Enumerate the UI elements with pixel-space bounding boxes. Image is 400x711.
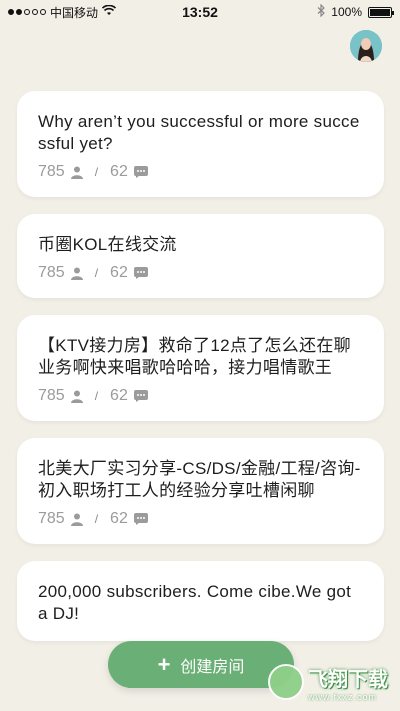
avatar[interactable]	[350, 30, 382, 62]
room-card[interactable]: 200,000 subscribers. Come cibe.We got a …	[17, 561, 384, 641]
watermark-logo-icon	[268, 664, 304, 700]
meta-separator: /	[94, 512, 99, 526]
status-left: 中国移动	[8, 4, 117, 21]
watermark-sub-text: www.fxxz.com	[308, 691, 378, 702]
room-title: 【KTV接力房】救命了12点了怎么还在聊业务啊快来唱歌哈哈哈，接力唱情歌王	[38, 336, 351, 377]
bluetooth-icon	[317, 3, 326, 20]
wifi-icon	[101, 4, 117, 19]
signal-icon	[8, 9, 46, 15]
person-icon	[70, 513, 83, 526]
room-title: 200,000 subscribers. Come cibe.We got a …	[38, 582, 352, 623]
room-list: Why aren’t you successful or more succes…	[17, 91, 384, 658]
room-meta: 785 / 62	[38, 163, 364, 181]
room-meta: 785 / 62	[38, 510, 364, 528]
meta-separator: /	[94, 266, 99, 280]
message-count: 62	[110, 510, 128, 527]
plus-icon: +	[157, 651, 171, 677]
chat-icon	[133, 267, 148, 279]
message-count: 62	[110, 264, 128, 281]
listener-count: 785	[38, 510, 65, 527]
watermark-main-text: 飞翔下载	[308, 668, 388, 691]
listener-count: 785	[38, 264, 65, 281]
message-count: 62	[110, 387, 128, 404]
battery-label: 100%	[331, 5, 362, 19]
room-meta: 785 / 62	[38, 387, 364, 405]
person-icon	[70, 166, 83, 179]
meta-separator: /	[94, 389, 99, 403]
room-card[interactable]: Why aren’t you successful or more succes…	[17, 91, 384, 197]
watermark-text: 飞翔下载 www.fxxz.com	[308, 663, 388, 702]
chat-icon	[133, 390, 148, 402]
watermark: 飞翔下载 www.fxxz.com	[268, 656, 396, 708]
room-card[interactable]: 币圈KOL在线交流 785 / 62	[17, 214, 384, 298]
person-icon	[70, 267, 83, 280]
avatar-image	[350, 30, 382, 62]
chat-icon	[133, 166, 148, 178]
chat-icon	[133, 513, 148, 525]
status-bar: 中国移动 13:52 100%	[0, 0, 400, 24]
room-card[interactable]: 【KTV接力房】救命了12点了怎么还在聊业务啊快来唱歌哈哈哈，接力唱情歌王 78…	[17, 315, 384, 421]
room-meta: 785 / 62	[38, 264, 364, 282]
room-card[interactable]: 北美大厂实习分享-CS/DS/金融/工程/咨询-初入职场打工人的经验分享吐槽闲聊…	[17, 438, 384, 544]
create-room-button[interactable]: + 创建房间	[108, 641, 294, 688]
listener-count: 785	[38, 387, 65, 404]
room-title: Why aren’t you successful or more succes…	[38, 112, 360, 153]
listener-count: 785	[38, 163, 65, 180]
status-right: 100%	[317, 3, 394, 20]
person-icon	[70, 390, 83, 403]
battery-icon	[368, 6, 394, 18]
meta-separator: /	[94, 165, 99, 179]
create-room-label: 创建房间	[180, 658, 245, 676]
room-title: 币圈KOL在线交流	[38, 235, 177, 254]
message-count: 62	[110, 163, 128, 180]
carrier-label: 中国移动	[50, 5, 99, 20]
room-title: 北美大厂实习分享-CS/DS/金融/工程/咨询-初入职场打工人的经验分享吐槽闲聊	[38, 459, 361, 500]
